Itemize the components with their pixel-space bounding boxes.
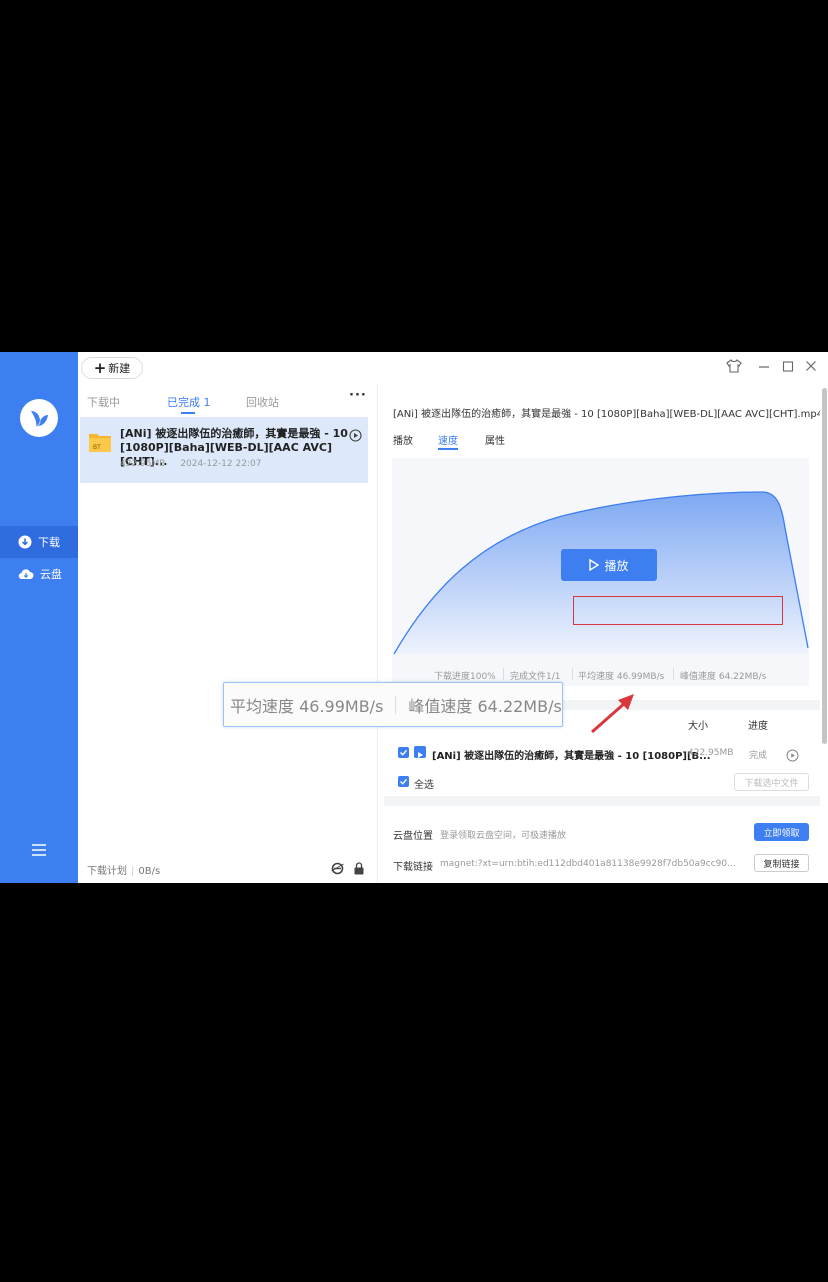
top-bar: + 新建 [78, 352, 828, 384]
video-file-icon [414, 746, 426, 758]
svg-text:BT: BT [93, 444, 101, 451]
play-label: 播放 [604, 558, 629, 573]
tab-downloading[interactable]: 下载中 [87, 394, 120, 410]
red-arrow-icon [591, 694, 634, 734]
new-task-label: 新建 [108, 362, 131, 375]
maximize-icon[interactable] [782, 359, 794, 377]
divider [572, 668, 573, 680]
download-plan[interactable]: 下载计划 | 0B/s [87, 862, 160, 877]
divider [503, 668, 504, 680]
download-link-label: 下载链接 [393, 862, 433, 873]
new-task-button[interactable]: + 新建 [81, 357, 143, 379]
file-status: 完成 [749, 751, 768, 761]
scrollbar[interactable] [820, 384, 828, 883]
divider [673, 668, 674, 680]
shirt-icon[interactable] [726, 359, 742, 377]
play-circle-icon[interactable] [786, 747, 799, 766]
sidebar-item-download[interactable]: 下载 [0, 526, 78, 558]
callout-peak-speed: 峰值速度 64.22MB/s [408, 696, 562, 716]
peak-speed: 峰值速度 64.22MB/s [680, 672, 767, 682]
browser-icon[interactable] [331, 860, 344, 879]
menu-icon[interactable] [31, 842, 47, 861]
plus-icon: + [93, 358, 107, 377]
task-list-pane: 下载中 已完成 1 回收站 ··· BT [ANi] 被逐出隊伍的治癒師，其實是… [78, 384, 378, 883]
speed-chart: 播放 下载进度100% 完成文件1/1 平均速度 46.99MB/s 峰值速度 … [392, 458, 809, 686]
tab-completed[interactable]: 已完成 1 [167, 394, 211, 410]
file-name: [ANi] 被逐出隊伍的治癒師，其實是最強 - 10 [1080P][B... [432, 751, 711, 762]
select-all-checkbox[interactable] [398, 776, 409, 787]
app-window: 下载 云盘 + 新建 下载中 已完成 1 回收站 ··· BT [ANi] 被逐… [0, 352, 828, 883]
file-size: 422.95MB [688, 748, 734, 758]
sidebar: 下载 云盘 [0, 352, 78, 883]
download-progress: 下载进度100% [434, 672, 496, 682]
detail-pane: [ANi] 被逐出隊伍的治癒師，其實是最強 - 10 [1080P][Baha]… [384, 394, 824, 883]
magnet-link[interactable]: magnet:?xt=urn:btih:ed112dbd401a81138e99… [440, 859, 736, 869]
play-circle-icon[interactable] [349, 427, 362, 446]
list-item[interactable]: BT [ANi] 被逐出隊伍的治癒師，其實是最強 - 10 [1080P][Ba… [80, 417, 368, 483]
play-icon [589, 559, 600, 571]
task-meta: 422.95MB 2024-12-12 22:07 [120, 459, 273, 469]
column-size: 大小 [688, 721, 708, 732]
tab-speed[interactable]: 速度 [438, 432, 458, 447]
plan-speed: 0B/s [138, 866, 161, 877]
task-size: 422.95MB [120, 459, 166, 469]
minimize-icon[interactable] [758, 359, 770, 377]
tab-underline [438, 448, 458, 450]
select-all-label: 全选 [414, 780, 434, 791]
sidebar-item-label: 云盘 [40, 568, 62, 581]
tab-recycle-bin[interactable]: 回收站 [246, 394, 279, 410]
lock-icon[interactable] [353, 860, 365, 879]
task-date: 2024-12-12 22:07 [180, 459, 262, 469]
scrollbar-thumb[interactable] [822, 388, 827, 744]
folder-icon: BT [88, 430, 112, 454]
app-logo [20, 399, 58, 437]
callout-average-speed: 平均速度 46.99MB/s [230, 696, 384, 716]
sidebar-item-cloud[interactable]: 云盘 [0, 558, 78, 590]
divider [395, 695, 397, 714]
cloud-card: 云盘位置 登录领取云盘空间，可极速播放 立即领取 下载链接 magnet:?xt… [384, 806, 820, 883]
sidebar-item-label: 下载 [38, 536, 60, 549]
download-icon [18, 535, 32, 549]
close-icon[interactable] [805, 359, 817, 377]
file-checkbox[interactable] [398, 747, 409, 758]
tab-properties[interactable]: 属性 [485, 432, 505, 447]
copy-link-button[interactable]: 复制链接 [754, 854, 809, 872]
cloud-location-label: 云盘位置 [393, 831, 433, 842]
chevron-down-icon[interactable] [595, 876, 605, 883]
claim-button[interactable]: 立即领取 [754, 823, 809, 841]
more-options-icon[interactable]: ··· [349, 388, 367, 403]
speed-callout: 平均速度 46.99MB/s 峰值速度 64.22MB/s [223, 682, 563, 727]
tab-play[interactable]: 播放 [393, 432, 413, 447]
average-speed: 平均速度 46.99MB/s [578, 672, 665, 682]
cloud-icon [18, 569, 34, 580]
file-title: [ANi] 被逐出隊伍的治癒師，其實是最強 - 10 [1080P][Baha]… [393, 409, 824, 420]
download-selected-button[interactable]: 下载选中文件 [734, 773, 809, 791]
task-tabs: 下载中 已完成 1 回收站 ··· [78, 384, 378, 416]
completed-files: 完成文件1/1 [510, 672, 561, 682]
cloud-location-value: 登录领取云盘空间，可极速播放 [440, 831, 567, 841]
highlight-box [573, 596, 783, 625]
plan-label: 下载计划 [87, 866, 127, 877]
tab-underline [181, 412, 195, 414]
column-progress: 进度 [748, 721, 768, 732]
speed-card: [ANi] 被逐出隊伍的治癒師，其實是最強 - 10 [1080P][Baha]… [384, 394, 824, 700]
play-button[interactable]: 播放 [561, 549, 657, 581]
